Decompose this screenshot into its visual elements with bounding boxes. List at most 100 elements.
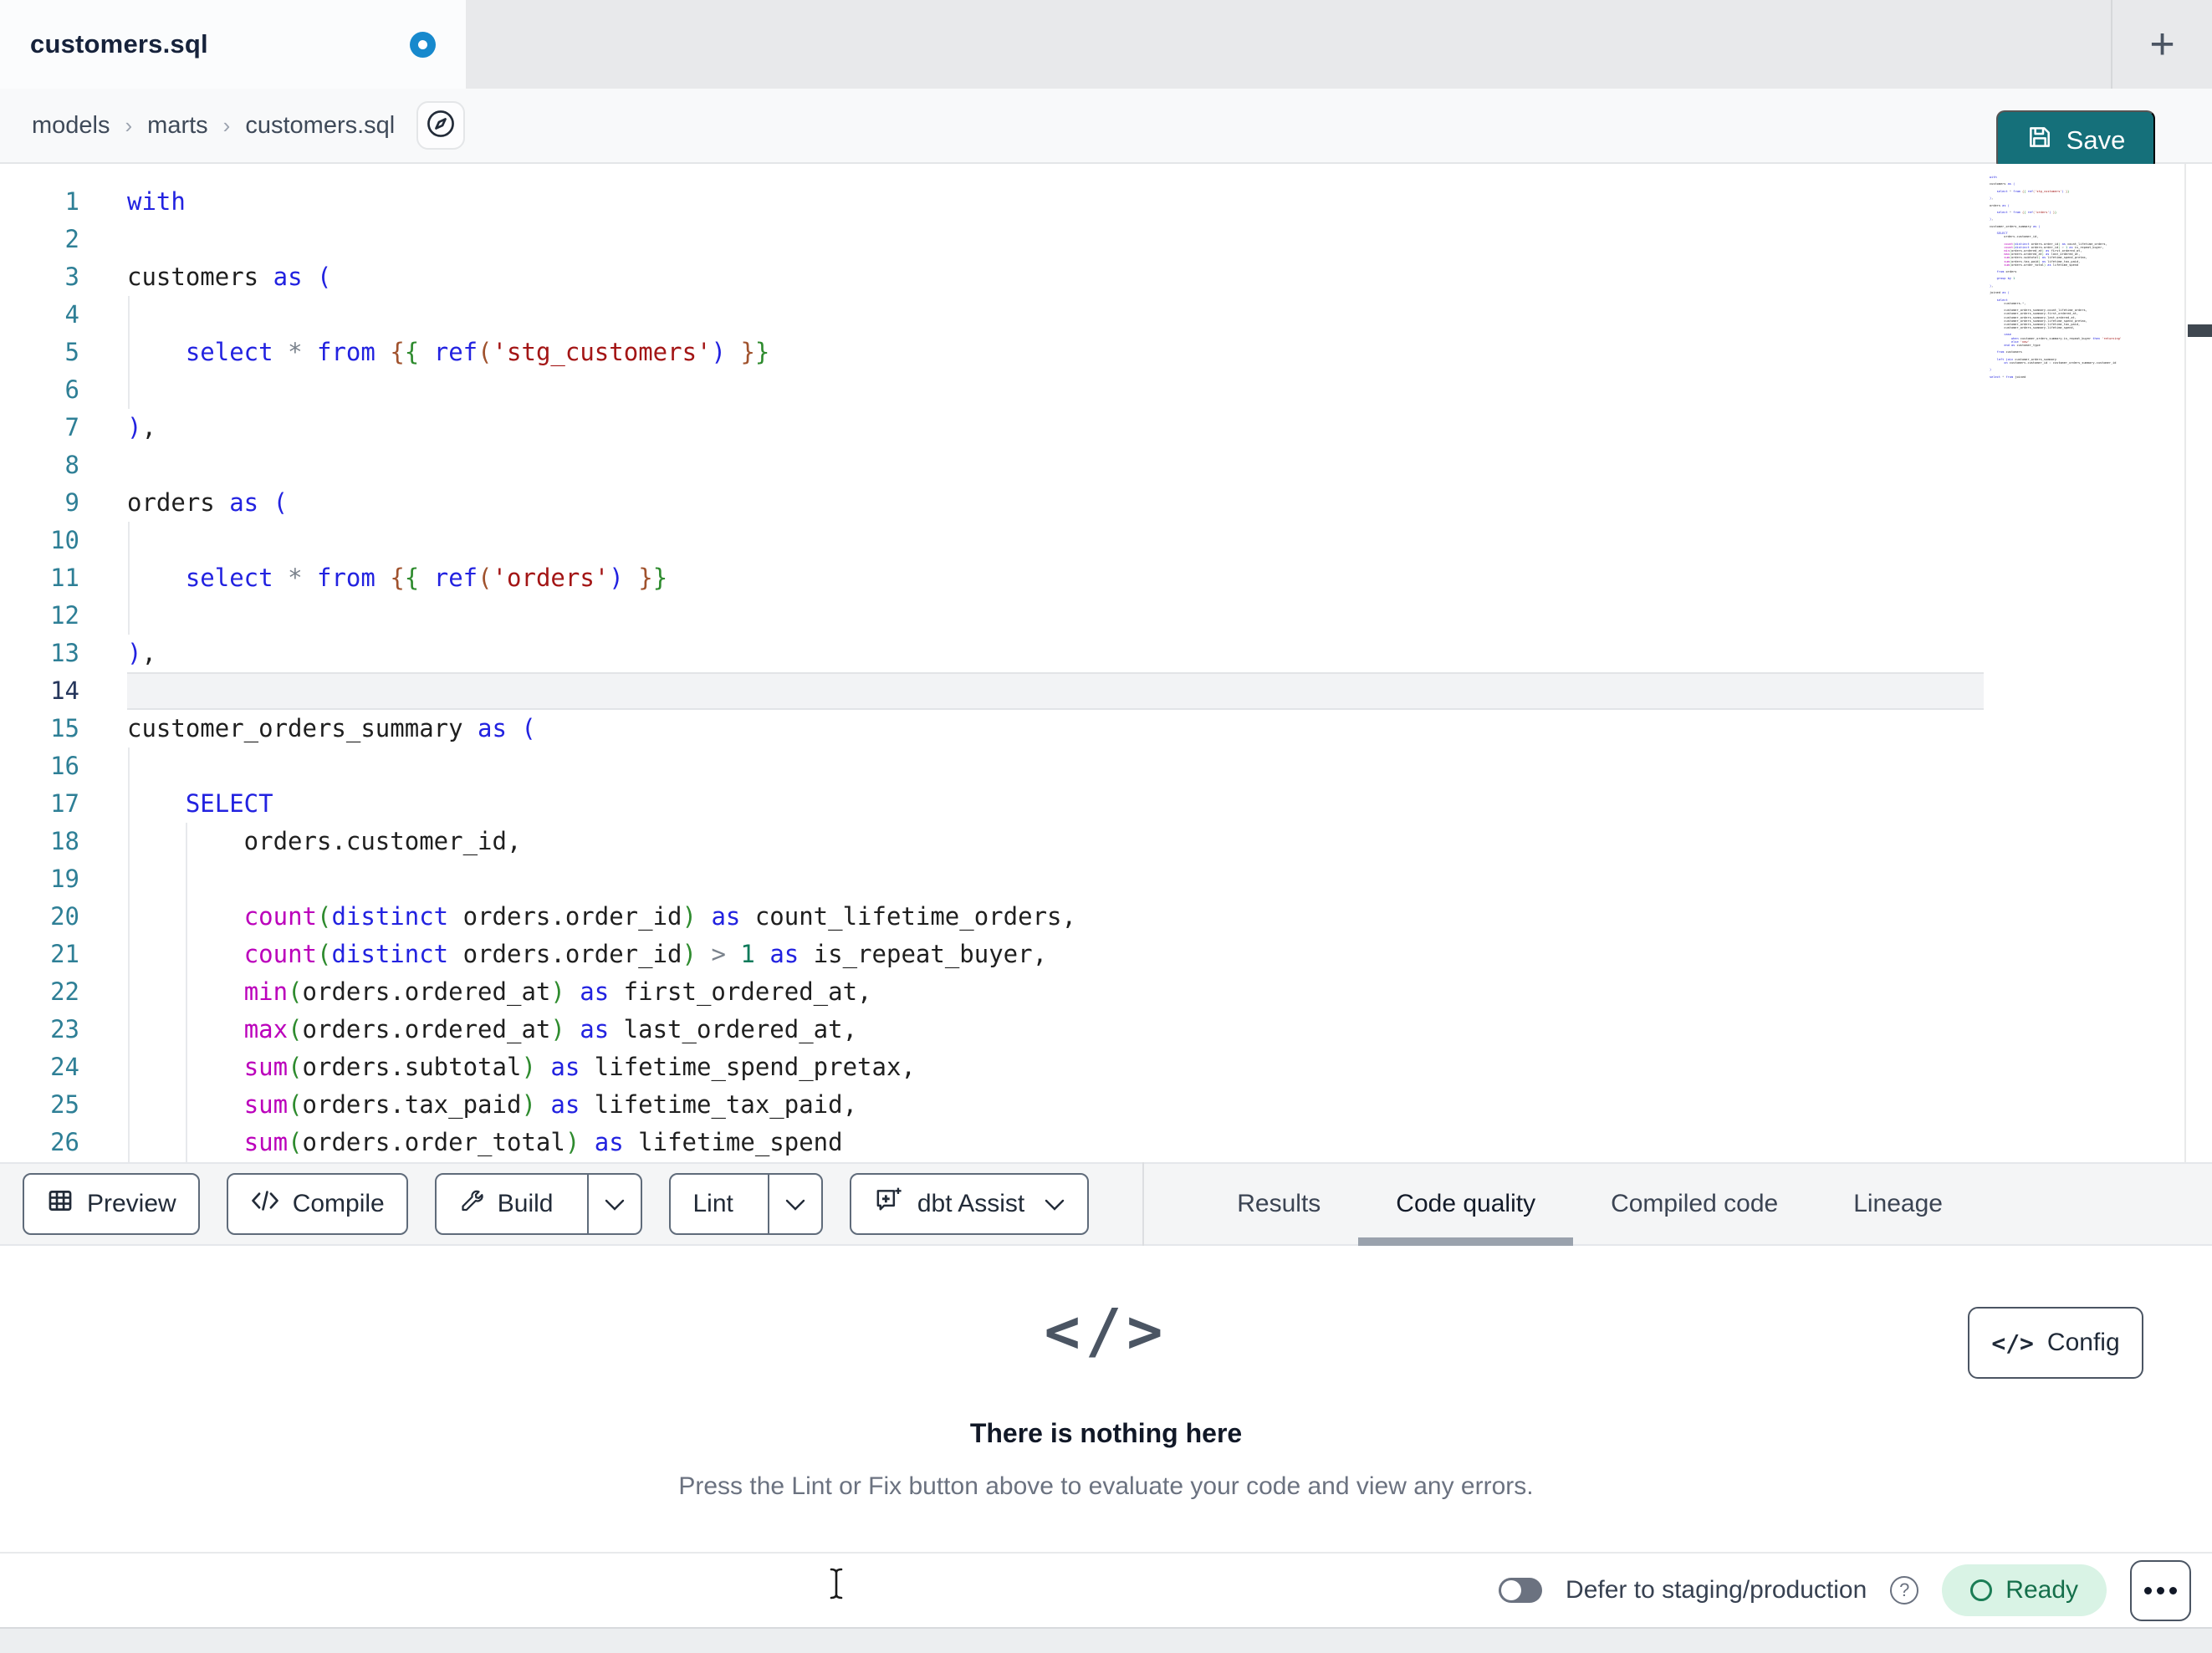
code-line-4[interactable]: 4 — [0, 296, 2212, 334]
dbt-assist-label: dbt Assist — [917, 1190, 1025, 1217]
chevron-right-icon: › — [222, 112, 231, 138]
editor-tab-bar: customers.sql + — [0, 0, 2212, 89]
compile-label: Compile — [292, 1190, 385, 1217]
help-icon[interactable]: ? — [1890, 1576, 1919, 1605]
empty-state-subtitle: Press the Lint or Fix button above to ev… — [678, 1472, 1534, 1500]
code-line-3[interactable]: 3 customers as ( — [0, 258, 2212, 296]
tab-compiled-code[interactable]: Compiled code — [1573, 1164, 1816, 1244]
code-line-26[interactable]: 26 sum(orders.order_total) as lifetime_s… — [0, 1124, 2212, 1161]
preview-label: Preview — [87, 1190, 176, 1217]
minimap[interactable]: with customers as ( select * from {{ ref(… — [1990, 176, 2181, 379]
line-number: 18 — [50, 827, 79, 855]
tab-results[interactable]: Results — [1199, 1164, 1358, 1244]
line-number: 7 — [64, 413, 79, 441]
lineage-compass-button[interactable] — [416, 101, 466, 150]
more-options-button[interactable] — [2130, 1559, 2191, 1621]
toggle-knob — [1501, 1580, 1522, 1600]
table-icon — [46, 1186, 74, 1222]
config-button[interactable]: </> Config — [1968, 1307, 2143, 1379]
line-number: 10 — [50, 526, 79, 554]
line-number: 20 — [50, 902, 79, 931]
empty-state: </> There is nothing here Press the Lint… — [0, 1296, 2212, 1501]
indent-guide — [128, 296, 130, 409]
line-number: 16 — [50, 752, 79, 780]
code-line-9[interactable]: 9 orders as ( — [0, 484, 2212, 522]
indent-guide — [128, 747, 130, 1162]
line-number: 19 — [50, 865, 79, 893]
code-line-5[interactable]: 5 select * from {{ ref('stg_customers') … — [0, 334, 2212, 371]
chevron-right-icon: › — [125, 112, 133, 138]
code-line-17[interactable]: 17 SELECT — [0, 785, 2212, 823]
line-number: 9 — [64, 488, 79, 517]
scrollbar-thumb[interactable] — [2188, 324, 2212, 337]
code-line-19[interactable]: 19 — [0, 860, 2212, 898]
lint-split-button: Lint — [669, 1173, 823, 1235]
defer-toggle[interactable] — [1499, 1578, 1543, 1603]
line-number: 2 — [64, 225, 79, 253]
build-button[interactable]: Build — [437, 1175, 575, 1233]
code-line-14[interactable]: 14 — [0, 672, 2212, 710]
line-number: 6 — [64, 375, 79, 404]
code-line-21[interactable]: 21 count(distinct orders.order_id) > 1 a… — [0, 936, 2212, 973]
breadcrumb-marts[interactable]: marts — [147, 112, 208, 140]
tab-bar-empty-area — [466, 0, 2111, 89]
line-number: 8 — [64, 451, 79, 479]
chevron-down-icon — [604, 1190, 626, 1218]
lint-button[interactable]: Lint — [671, 1175, 754, 1233]
code-line-15[interactable]: 15 customer_orders_summary as ( — [0, 710, 2212, 747]
breadcrumb-bar: models › marts › customers.sql Save — [0, 89, 2212, 171]
code-line-2[interactable]: 2 — [0, 221, 2212, 258]
code-line-16[interactable]: 16 — [0, 747, 2212, 785]
build-label: Build — [497, 1190, 554, 1217]
assist-sparkle-chat-icon — [873, 1185, 905, 1223]
save-button[interactable]: Save — [1996, 110, 2155, 171]
code-line-13[interactable]: 13), — [0, 635, 2212, 672]
line-number: 21 — [50, 940, 79, 968]
status-bar: Defer to staging/production ? Ready — [0, 1552, 2212, 1627]
code-line-6[interactable]: 6 — [0, 371, 2212, 409]
code-editor[interactable]: 1 with 2 3 customers as (4 5 select * from {{… — [0, 164, 2212, 1162]
panel-tabs: Results Code quality Compiled code Linea… — [1199, 1164, 1980, 1246]
indent-guide — [186, 823, 187, 1162]
line-number: 23 — [50, 1015, 79, 1043]
build-dropdown-button[interactable] — [587, 1175, 641, 1233]
build-split-button: Build — [434, 1173, 643, 1235]
code-line-8[interactable]: 8 — [0, 446, 2212, 484]
wrench-icon — [458, 1187, 485, 1221]
code-lines: 1 with 2 3 customers as (4 5 select * from {{… — [0, 183, 2212, 1161]
tab-title: customers.sql — [30, 29, 208, 59]
compile-button[interactable]: Compile — [226, 1173, 408, 1235]
line-number: 12 — [50, 601, 79, 630]
code-line-20[interactable]: 20 count(distinct orders.order_id) as co… — [0, 898, 2212, 936]
code-brackets-icon: </> — [1044, 1296, 1168, 1366]
save-label: Save — [2066, 125, 2126, 155]
code-line-1[interactable]: 1 with — [0, 183, 2212, 221]
line-number: 17 — [50, 789, 79, 818]
chevron-down-icon — [784, 1190, 806, 1218]
code-line-22[interactable]: 22 min(orders.ordered_at) as first_order… — [0, 973, 2212, 1011]
dbt-assist-button[interactable]: dbt Assist — [849, 1173, 1090, 1235]
line-number: 26 — [50, 1128, 79, 1156]
line-number: 3 — [64, 263, 79, 291]
code-line-12[interactable]: 12 — [0, 597, 2212, 635]
breadcrumb-models[interactable]: models — [32, 112, 110, 140]
preview-button[interactable]: Preview — [23, 1173, 200, 1235]
unsaved-changes-icon — [410, 31, 436, 58]
code-line-10[interactable]: 10 — [0, 522, 2212, 559]
code-line-25[interactable]: 25 sum(orders.tax_paid) as lifetime_tax_… — [0, 1086, 2212, 1124]
action-toolbar: Preview Compile Build Lint dbt Assist Re… — [0, 1162, 2212, 1246]
new-tab-button[interactable]: + — [2112, 0, 2212, 89]
tab-code-quality[interactable]: Code quality — [1358, 1164, 1573, 1246]
ready-circle-icon — [1970, 1579, 1993, 1601]
tab-customers-sql[interactable]: customers.sql — [0, 0, 466, 89]
code-line-7[interactable]: 7), — [0, 409, 2212, 446]
window-bottom-strip — [0, 1627, 2212, 1653]
code-line-18[interactable]: 18 orders.customer_id, — [0, 823, 2212, 860]
tab-lineage[interactable]: Lineage — [1816, 1164, 1980, 1244]
breadcrumb-file[interactable]: customers.sql — [245, 112, 395, 140]
lint-dropdown-button[interactable] — [767, 1175, 821, 1233]
code-line-23[interactable]: 23 max(orders.ordered_at) as last_ordere… — [0, 1011, 2212, 1048]
code-line-11[interactable]: 11 select * from {{ ref('orders') }} — [0, 559, 2212, 597]
line-number: 22 — [50, 977, 79, 1006]
code-line-24[interactable]: 24 sum(orders.subtotal) as lifetime_spen… — [0, 1048, 2212, 1086]
